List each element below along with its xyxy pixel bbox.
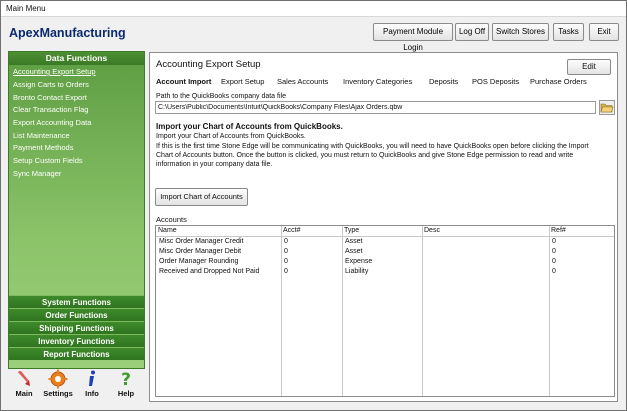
column-header-acct[interactable]: Acct# — [281, 226, 342, 237]
column-header-ref[interactable]: Ref# — [549, 226, 614, 237]
tab-purchase-orders[interactable]: Purchase Orders — [530, 77, 587, 86]
import-instructions: If this is the first time Stone Edge wil… — [156, 143, 589, 168]
svg-text:?: ? — [121, 370, 131, 389]
browse-folder-button[interactable] — [599, 100, 615, 115]
cell-acct[interactable]: 0 — [284, 248, 288, 255]
exit-button[interactable]: Exit — [589, 23, 619, 41]
log-off-button[interactable]: Log Off — [455, 23, 489, 41]
sidebar-system-functions[interactable]: System Functions — [9, 295, 144, 308]
settings-icon-button[interactable]: Settings — [40, 369, 76, 398]
sidebar-item-accounting-export-setup[interactable]: Accounting Export Setup — [13, 67, 96, 76]
folder-open-icon — [600, 103, 614, 113]
cell-name[interactable]: Misc Order Manager Debit — [159, 248, 241, 255]
sidebar-header-data-functions[interactable]: Data Functions — [9, 52, 144, 65]
info-icon — [74, 369, 110, 389]
path-input[interactable] — [155, 101, 596, 114]
sidebar-item-export-accounting[interactable]: Export Accounting Data — [13, 118, 91, 127]
help-icon-button[interactable]: ? Help — [108, 369, 144, 398]
tab-pos-deposits[interactable]: POS Deposits — [472, 77, 519, 86]
info-icon-button[interactable]: Info — [74, 369, 110, 398]
tab-inventory-categories[interactable]: Inventory Categories — [343, 77, 412, 86]
cell-name[interactable]: Order Manager Rounding — [159, 258, 238, 265]
tab-deposits[interactable]: Deposits — [429, 77, 458, 86]
switch-stores-button[interactable]: Switch Stores — [492, 23, 549, 41]
column-header-desc[interactable]: Desc — [422, 226, 549, 237]
column-header-name[interactable]: Name — [156, 226, 281, 237]
cell-type[interactable]: Expense — [345, 258, 372, 265]
cell-name[interactable]: Misc Order Manager Credit — [159, 238, 243, 245]
sidebar-item-clear-transaction[interactable]: Clear Transaction Flag — [13, 105, 88, 114]
sidebar-item-list-maintenance[interactable]: List Maintenance — [13, 131, 70, 140]
column-divider — [281, 226, 282, 396]
tasks-button[interactable]: Tasks — [553, 23, 584, 41]
column-header-type[interactable]: Type — [342, 226, 422, 237]
cell-type[interactable]: Asset — [345, 248, 363, 255]
question-icon: ? — [108, 369, 144, 390]
sidebar-item-bronto-export[interactable]: Bronto Contact Export — [13, 93, 87, 102]
tab-export-setup[interactable]: Export Setup — [221, 77, 264, 86]
tab-account-import[interactable]: Account Import — [156, 77, 211, 86]
import-heading: Import your Chart of Accounts from Quick… — [156, 122, 343, 131]
page-title: Accounting Export Setup — [156, 59, 261, 70]
column-divider — [342, 226, 343, 396]
sidebar-shipping-functions[interactable]: Shipping Functions — [9, 321, 144, 334]
main-window: Main Menu ApexManufacturing Payment Modu… — [0, 0, 627, 411]
cell-ref[interactable]: 0 — [552, 258, 556, 265]
cell-type[interactable]: Liability — [345, 268, 368, 275]
cell-acct[interactable]: 0 — [284, 268, 288, 275]
cell-name[interactable]: Received and Dropped Not Paid — [159, 268, 259, 275]
cell-ref[interactable]: 0 — [552, 238, 556, 245]
sidebar-item-payment-methods[interactable]: Payment Methods — [13, 143, 73, 152]
cell-acct[interactable]: 0 — [284, 238, 288, 245]
info-icon-label: Info — [85, 389, 99, 398]
cell-type[interactable]: Asset — [345, 238, 363, 245]
main-icon-label: Main — [15, 389, 33, 398]
column-divider — [549, 226, 550, 396]
tab-sales-accounts[interactable]: Sales Accounts — [277, 77, 328, 86]
sidebar: Data Functions Accounting Export Setup A… — [8, 51, 145, 369]
edit-button[interactable]: Edit — [567, 59, 611, 75]
sidebar-inventory-functions[interactable]: Inventory Functions — [9, 334, 144, 347]
main-icon-button[interactable]: Main — [6, 369, 42, 398]
path-label: Path to the QuickBooks company data file — [156, 93, 286, 100]
sidebar-report-functions[interactable]: Report Functions — [9, 347, 144, 360]
cell-ref[interactable]: 0 — [552, 248, 556, 255]
accounts-label: Accounts — [156, 215, 187, 224]
import-description: Import your Chart of Accounts from Quick… — [156, 133, 306, 140]
accounting-export-panel: Accounting Export Setup Edit Account Imp… — [149, 52, 618, 402]
sidebar-item-assign-carts[interactable]: Assign Carts to Orders — [13, 80, 89, 89]
column-divider — [422, 226, 423, 396]
gear-icon — [40, 369, 76, 389]
title-bar: Main Menu — [1, 1, 626, 17]
sidebar-order-functions[interactable]: Order Functions — [9, 308, 144, 321]
payment-module-login-button[interactable]: Payment Module Login — [373, 23, 453, 52]
import-chart-of-accounts-button[interactable]: Import Chart of Accounts — [155, 188, 248, 206]
accounts-table: Name Acct# Type Desc Ref# Misc Order Man… — [155, 225, 615, 397]
window-title: Main Menu — [6, 4, 46, 13]
cell-ref[interactable]: 0 — [552, 268, 556, 275]
cell-acct[interactable]: 0 — [284, 258, 288, 265]
sidebar-item-custom-fields[interactable]: Setup Custom Fields — [13, 156, 83, 165]
help-icon-label: Help — [117, 389, 135, 398]
sidebar-item-sync-manager[interactable]: Sync Manager — [13, 169, 61, 178]
settings-icon-label: Settings — [43, 389, 73, 398]
app-title: ApexManufacturing — [9, 26, 126, 40]
main-arrow-icon — [6, 369, 42, 389]
